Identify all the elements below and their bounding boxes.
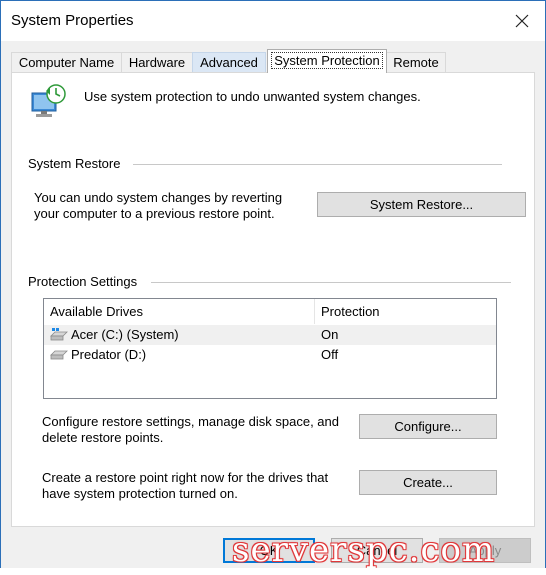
system-properties-window: System Properties Computer Name Hardware… [0, 0, 546, 575]
drive-name: Acer (C:) (System) [71, 327, 179, 342]
tab-computer-name[interactable]: Computer Name [11, 52, 122, 72]
drives-list[interactable]: Available Drives Protection Acer (C:) (S… [43, 298, 497, 399]
system-restore-button[interactable]: System Restore... [317, 192, 526, 217]
create-description-1: Create a restore point right now for the… [42, 470, 329, 485]
system-drive-icon [50, 328, 68, 341]
configure-button[interactable]: Configure... [359, 414, 497, 439]
system-protection-icon [31, 84, 66, 117]
system-restore-description-2: your computer to a previous restore poin… [34, 206, 275, 221]
drive-row-d[interactable]: Predator (D:) Off [44, 345, 496, 365]
close-icon [515, 14, 529, 28]
protection-settings-heading: Protection Settings [28, 274, 138, 289]
system-restore-heading: System Restore [28, 156, 121, 171]
ok-button[interactable]: OK [223, 538, 315, 563]
system-restore-divider [133, 164, 502, 165]
drive-name: Predator (D:) [71, 347, 147, 362]
tab-system-protection-label: System Protection [271, 52, 383, 69]
title-bar[interactable]: System Properties [1, 1, 545, 41]
column-protection[interactable]: Protection [315, 299, 496, 324]
configure-description-2: delete restore points. [42, 430, 164, 445]
intro-text: Use system protection to undo unwanted s… [84, 89, 421, 104]
tab-hardware[interactable]: Hardware [121, 52, 193, 72]
window-title: System Properties [11, 12, 134, 29]
drive-row-c[interactable]: Acer (C:) (System) On [44, 325, 496, 345]
system-restore-description-1: You can undo system changes by reverting [34, 190, 283, 205]
tab-advanced[interactable]: Advanced [192, 52, 266, 72]
drive-protection-status: Off [321, 347, 339, 362]
drive-icon [50, 350, 68, 360]
cancel-button[interactable]: Cancel [331, 538, 423, 563]
protection-settings-divider [151, 282, 511, 283]
drive-protection-status: On [321, 327, 339, 342]
close-button[interactable] [499, 1, 545, 41]
background-page-edge [0, 568, 546, 575]
create-description-2: have system protection turned on. [42, 486, 238, 501]
tab-panel: Use system protection to undo unwanted s… [11, 72, 535, 527]
column-available-drives[interactable]: Available Drives [44, 299, 314, 324]
tab-system-protection[interactable]: System Protection [267, 49, 387, 73]
tab-remote[interactable]: Remote [386, 52, 446, 72]
apply-button[interactable]: Apply [439, 538, 531, 563]
drives-list-header: Available Drives Protection [44, 299, 496, 324]
configure-description-1: Configure restore settings, manage disk … [42, 414, 340, 429]
create-button[interactable]: Create... [359, 470, 497, 495]
